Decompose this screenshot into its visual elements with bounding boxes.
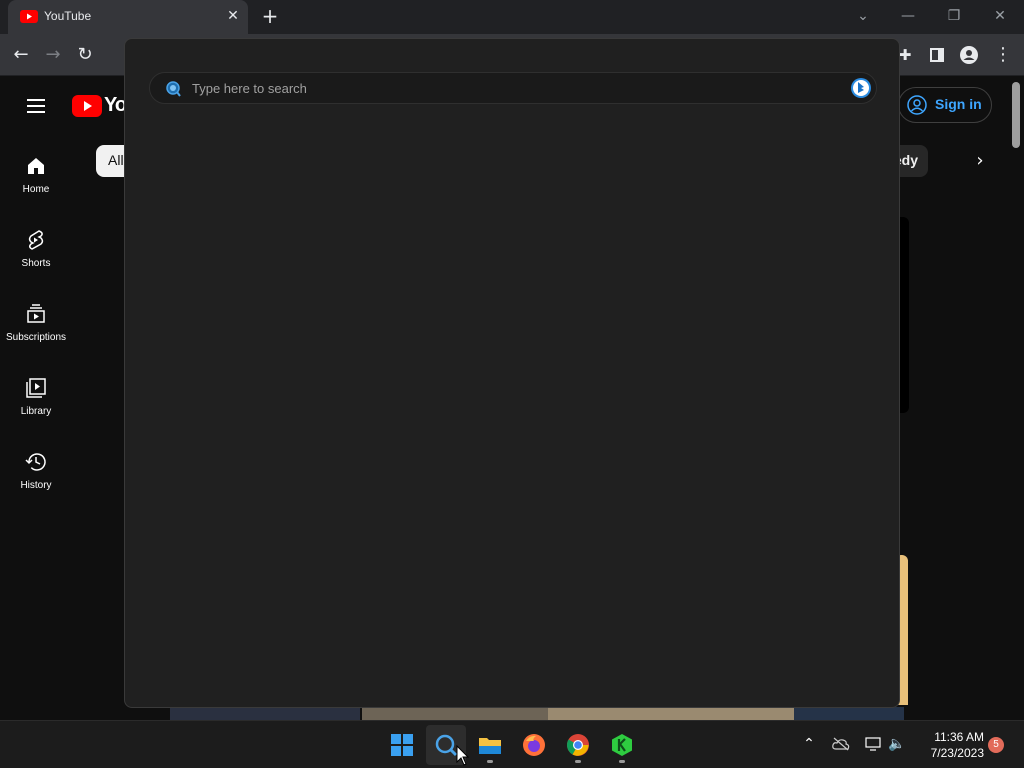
sidebar-label: Library <box>20 406 52 417</box>
notification-badge[interactable]: 5 <box>988 737 1004 753</box>
onedrive-icon[interactable] <box>830 733 852 755</box>
sidebar-item-history[interactable]: History <box>0 450 72 510</box>
page-scrollbar[interactable] <box>1012 82 1020 148</box>
subscriptions-icon <box>27 304 45 323</box>
youtube-favicon-icon <box>20 10 38 23</box>
library-icon <box>26 378 46 398</box>
reload-icon[interactable]: ↻ <box>72 42 98 68</box>
tab-close-icon[interactable]: ✕ <box>224 7 242 25</box>
chrome-icon <box>567 734 589 756</box>
sign-in-label: Sign in <box>935 96 982 112</box>
window-close-icon[interactable]: ✕ <box>988 6 1012 26</box>
show-hidden-icons-chevron-icon[interactable]: ⌃ <box>798 733 820 755</box>
running-indicator <box>487 760 493 763</box>
side-panel-icon[interactable] <box>924 42 950 68</box>
taskbar-firefox[interactable] <box>514 725 554 765</box>
running-indicator <box>575 760 581 763</box>
sidebar-label: Home <box>22 184 50 195</box>
video-thumbnail[interactable] <box>362 707 548 720</box>
browser-tab-strip: YouTube ✕ + ⌄ — ❐ ✕ <box>0 0 1024 34</box>
video-thumbnail[interactable] <box>170 707 360 720</box>
sidebar-label: Subscriptions <box>5 332 67 343</box>
browser-tab-youtube[interactable]: YouTube ✕ <box>8 0 248 34</box>
folder-icon <box>479 738 501 754</box>
mouse-cursor-icon <box>456 745 470 766</box>
sidebar-item-shorts[interactable]: Shorts <box>0 228 72 288</box>
bing-chat-icon[interactable] <box>850 77 872 99</box>
sidebar-label: History <box>20 480 52 491</box>
shorts-icon <box>28 230 44 250</box>
video-thumbnail[interactable] <box>548 707 794 720</box>
tab-title: YouTube <box>44 9 92 23</box>
network-icon[interactable] <box>862 733 884 755</box>
clock-date: 7/23/2023 <box>930 746 984 760</box>
taskbar-file-explorer[interactable] <box>470 725 510 765</box>
search-input[interactable] <box>192 77 832 99</box>
sidebar-label: Shorts <box>21 258 51 269</box>
taskbar-chrome[interactable] <box>558 725 598 765</box>
volume-icon[interactable]: 🔈 <box>886 733 908 755</box>
search-icon <box>166 81 181 97</box>
search-icon <box>435 734 458 757</box>
tab-search-chevron-icon[interactable]: ⌄ <box>851 6 875 26</box>
windows-search-flyout <box>124 38 900 708</box>
minimize-icon[interactable]: — <box>896 6 920 26</box>
chevron-right-icon[interactable]: › <box>968 149 992 173</box>
history-icon <box>25 453 46 471</box>
account-circle-icon <box>907 95 927 115</box>
forward-arrow-icon[interactable]: → <box>40 42 66 68</box>
search-box[interactable] <box>149 72 877 104</box>
windows-logo-icon <box>391 734 413 756</box>
running-indicator <box>619 760 625 763</box>
sidebar-item-library[interactable]: Library <box>0 376 72 436</box>
hamburger-menu-icon[interactable] <box>24 95 48 119</box>
sidebar-item-subscriptions[interactable]: Subscriptions <box>0 302 72 362</box>
video-thumbnail[interactable] <box>794 707 904 720</box>
clock-time: 11:36 AM <box>934 730 984 744</box>
windows-taskbar: ⌃ 🔈 11:36 AM 7/23/2023 5 <box>0 720 1024 768</box>
new-tab-button[interactable]: + <box>258 5 282 29</box>
taskbar-kleopatra[interactable] <box>602 725 642 765</box>
chrome-menu-kebab-icon[interactable]: ⋮ <box>990 42 1016 68</box>
profile-avatar-icon[interactable] <box>956 42 982 68</box>
sidebar-item-home[interactable]: Home <box>0 154 72 214</box>
kleopatra-icon <box>612 734 632 756</box>
home-icon <box>28 158 44 174</box>
taskbar-clock[interactable]: 11:36 AM 7/23/2023 <box>914 729 984 761</box>
sign-in-button[interactable]: Sign in <box>898 87 992 123</box>
restore-icon[interactable]: ❐ <box>942 6 966 26</box>
firefox-icon <box>523 734 545 756</box>
screen: YouTube ✕ + ⌄ — ❐ ✕ ← → ↻ ✚ ⋮ You Sign i… <box>0 0 1024 768</box>
start-button[interactable] <box>382 725 422 765</box>
back-arrow-icon[interactable]: ← <box>8 42 34 68</box>
